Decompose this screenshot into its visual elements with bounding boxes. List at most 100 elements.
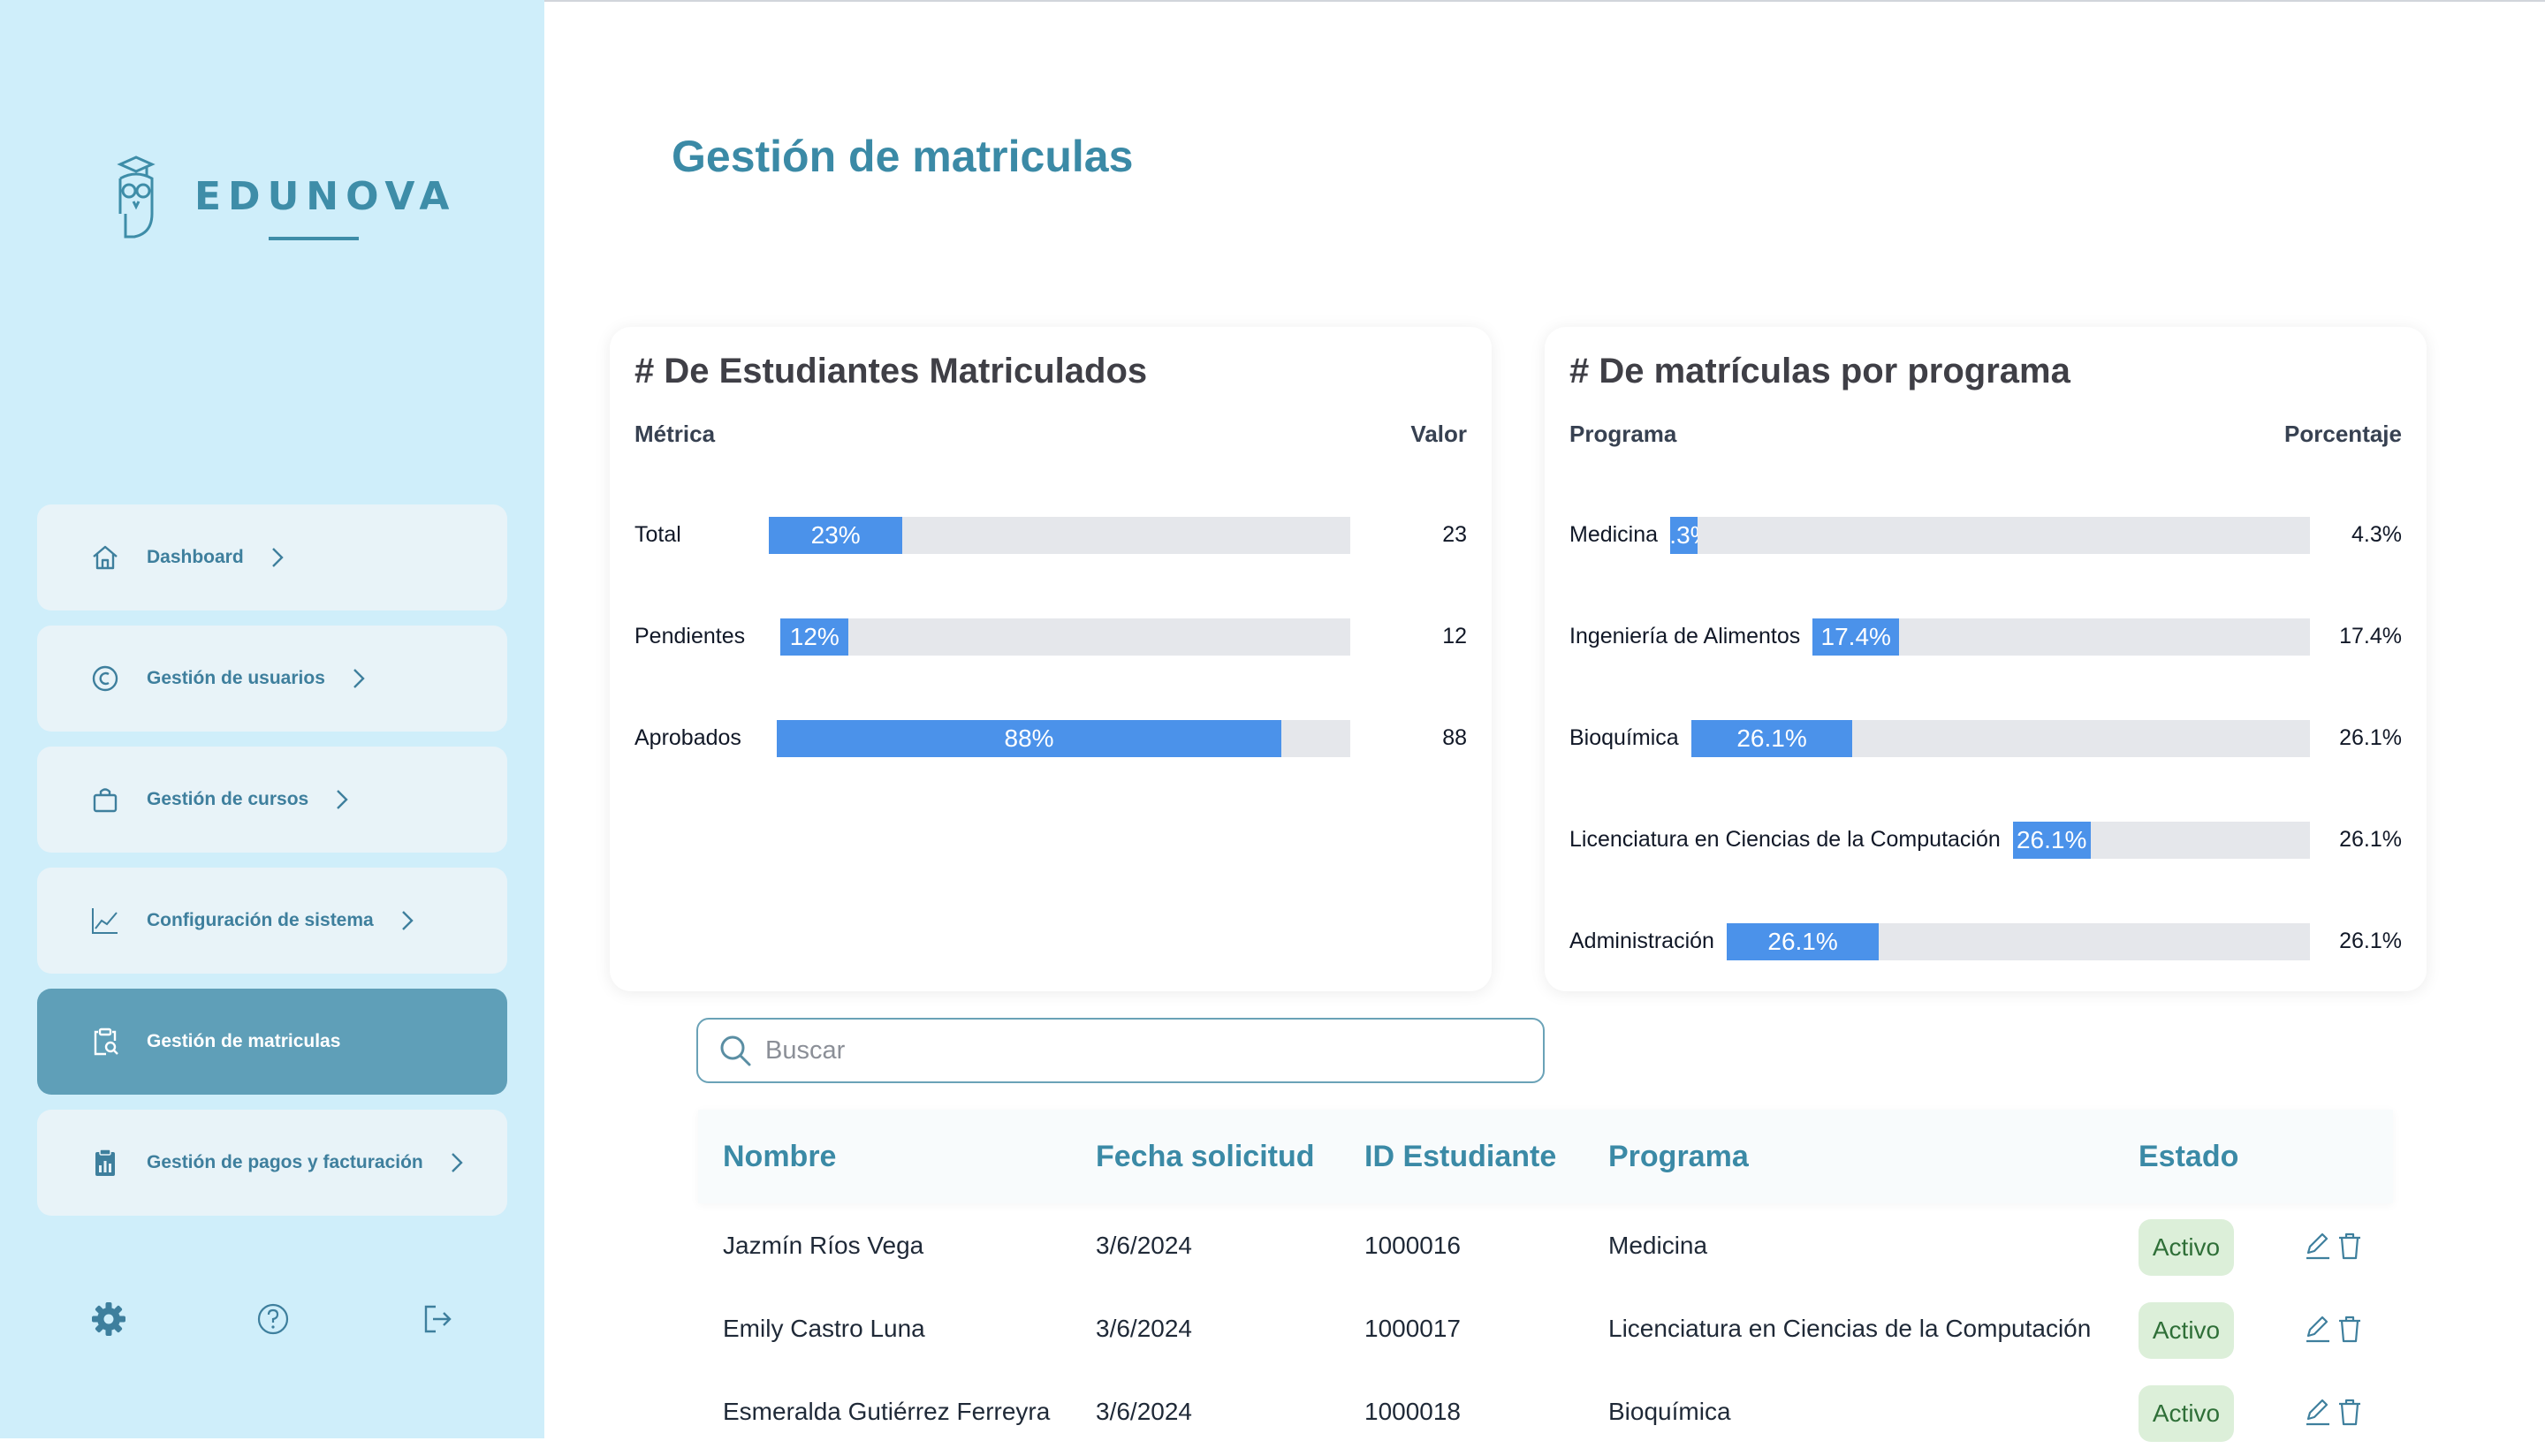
status-badge: Activo (2139, 1302, 2234, 1359)
bar-value-label: 26.1% (2339, 929, 2402, 953)
edit-icon[interactable] (2303, 1230, 2333, 1262)
bar-track: 23% (769, 517, 1350, 554)
user-circle-icon (90, 664, 120, 694)
bar-track: 26.1% (2012, 822, 2310, 859)
chart-title: # De matrículas por programa (1569, 352, 2070, 391)
sidebar: EDUNOVA Dashboard Gestión de usuarios Ge… (0, 0, 544, 1438)
chevron-right-icon (337, 790, 348, 809)
column-header-metric: Métrica (634, 421, 716, 447)
bar-value-label: 23 (1442, 522, 1467, 547)
header-programa[interactable]: Programa (1608, 1140, 1749, 1174)
enrollments-by-program-card: # De matrículas por programa Programa Po… (1545, 327, 2427, 991)
bag-icon (90, 785, 120, 815)
bar-value-label: 17.4% (2339, 624, 2402, 648)
cell-programa: Bioquímica (1608, 1398, 1731, 1425)
bar-category-label: Medicina (1569, 522, 1659, 547)
home-icon (90, 542, 120, 573)
table-row[interactable]: Esmeralda Gutiérrez Ferreyra 3/6/2024 10… (698, 1373, 2393, 1456)
edit-icon[interactable] (2303, 1313, 2333, 1345)
table-row[interactable]: Jazmín Ríos Vega 3/6/2024 1000016 Medici… (698, 1207, 2393, 1290)
bar-value-label: 4.3% (2351, 522, 2402, 547)
table-row[interactable]: Emily Castro Luna 3/6/2024 1000017 Licen… (698, 1290, 2393, 1373)
column-header-program: Programa (1569, 421, 1677, 447)
cell-id: 1000018 (1364, 1398, 1462, 1425)
sidebar-item-label: Gestión de matriculas (147, 1031, 341, 1051)
delete-icon[interactable] (2335, 1313, 2365, 1345)
chevron-right-icon (401, 911, 414, 930)
sidebar-item-configuracion[interactable]: Configuración de sistema (37, 868, 507, 974)
column-header-percentage: Porcentaje (2284, 421, 2402, 447)
students-enrolled-card: # De Estudiantes Matriculados Métrica Va… (610, 327, 1492, 991)
clipboard-chart-icon (90, 1148, 120, 1178)
cell-id: 1000016 (1364, 1232, 1462, 1259)
help-icon[interactable] (253, 1299, 293, 1339)
sidebar-item-label: Gestión de cursos (147, 789, 309, 809)
delete-icon[interactable] (2335, 1396, 2365, 1428)
bar-value-label: 88 (1442, 725, 1467, 750)
cell-fecha: 3/6/2024 (1096, 1398, 1192, 1425)
chart-title: # De Estudiantes Matriculados (634, 352, 1148, 391)
cell-nombre: Emily Castro Luna (723, 1315, 925, 1342)
bar-track: 88% (776, 720, 1350, 757)
search-icon (720, 1035, 751, 1066)
bar-category-label: Total (634, 522, 681, 547)
bar: 12% (780, 618, 849, 656)
chevron-right-icon (451, 1153, 463, 1172)
bar: 88% (776, 720, 1282, 757)
search-box[interactable] (696, 1018, 1545, 1083)
cell-nombre: Jazmín Ríos Vega (723, 1232, 924, 1259)
bar-track: 12% (780, 618, 1350, 656)
status-badge: Activo (2139, 1219, 2234, 1276)
bar: 26.1% (2012, 822, 2091, 859)
cell-programa: Medicina (1608, 1232, 1708, 1259)
sidebar-item-usuarios[interactable]: Gestión de usuarios (37, 626, 507, 732)
bar-category-label: Licenciatura en Ciencias de la Computaci… (1569, 827, 2001, 852)
bar: 17.4% (1812, 618, 1900, 656)
header-nombre[interactable]: Nombre (723, 1140, 836, 1174)
sidebar-item-dashboard[interactable]: Dashboard (37, 504, 507, 610)
table-header: Nombre Fecha solicitud ID Estudiante Pro… (698, 1110, 2393, 1203)
cell-fecha: 3/6/2024 (1096, 1232, 1192, 1259)
bar-track: 26.1% (1726, 923, 2310, 960)
sidebar-item-cursos[interactable]: Gestión de cursos (37, 747, 507, 853)
header-id-estudiante[interactable]: ID Estudiante (1364, 1140, 1556, 1174)
sidebar-footer (88, 1299, 460, 1352)
sidebar-item-label: Configuración de sistema (147, 910, 374, 930)
bar-category-label: Ingeniería de Alimentos (1569, 624, 1801, 648)
sidebar-item-label: Gestión de usuarios (147, 668, 325, 688)
bar: 4.3% (1670, 517, 1698, 554)
bar-category-label: Aprobados (634, 725, 741, 750)
line-chart-icon (90, 906, 120, 936)
bar-value-label: 26.1% (2339, 827, 2402, 852)
bar-value-label: 12 (1442, 624, 1467, 648)
cell-fecha: 3/6/2024 (1096, 1315, 1192, 1342)
sidebar-item-matriculas[interactable]: Gestión de matriculas (37, 989, 507, 1095)
brand-name: EDUNOVA (194, 173, 457, 240)
header-estado[interactable]: Estado (2139, 1140, 2238, 1174)
delete-icon[interactable] (2335, 1230, 2365, 1262)
edit-icon[interactable] (2303, 1396, 2333, 1428)
search-input[interactable] (764, 1035, 1527, 1066)
column-header-value: Valor (1410, 421, 1467, 447)
cell-nombre: Esmeralda Gutiérrez Ferreyra (723, 1398, 1051, 1425)
bar: 23% (769, 517, 903, 554)
header-fecha-solicitud[interactable]: Fecha solicitud (1096, 1140, 1315, 1174)
clipboard-search-icon (90, 1027, 120, 1057)
sidebar-item-label: Gestión de pagos y facturación (147, 1152, 423, 1172)
bar-category-label: Bioquímica (1569, 725, 1679, 750)
chevron-right-icon (353, 669, 365, 688)
bar: 26.1% (1726, 923, 1880, 960)
settings-gear-icon[interactable] (88, 1299, 129, 1339)
sidebar-item-pagos[interactable]: Gestión de pagos y facturación (37, 1110, 507, 1216)
status-badge: Activo (2139, 1385, 2234, 1442)
sidebar-item-label: Dashboard (147, 547, 244, 567)
logout-icon[interactable] (417, 1299, 458, 1339)
bar-track: 4.3% (1670, 517, 2310, 554)
bar-category-label: Pendientes (634, 624, 746, 648)
sidebar-nav: Dashboard Gestión de usuarios Gestión de… (37, 504, 507, 1231)
cell-id: 1000017 (1364, 1315, 1462, 1342)
bar-track: 17.4% (1812, 618, 2310, 656)
brand-logo[interactable]: EDUNOVA (111, 152, 456, 240)
bar: 26.1% (1690, 720, 1853, 757)
owl-graduate-icon (117, 155, 156, 239)
